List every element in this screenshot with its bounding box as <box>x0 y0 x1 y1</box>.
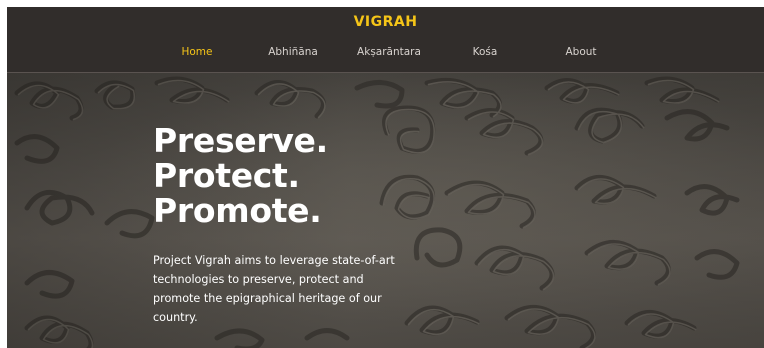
nav-item-about[interactable]: About <box>565 46 596 58</box>
main-nav: Home Abhiñāna Akṣarāntara Kośa About <box>7 46 764 60</box>
nav-item-abhinana[interactable]: Abhiñāna <box>268 46 318 58</box>
page-frame: VIGRAH Home Abhiñāna Akṣarāntara Kośa Ab… <box>7 7 764 348</box>
hero-section: Preserve. Protect. Promote. Project Vigr… <box>7 73 764 348</box>
hero-description: Project Vigrah aims to leverage state-of… <box>153 254 395 324</box>
hero-headline: Preserve. Protect. Promote. <box>153 123 328 228</box>
site-logo[interactable]: VIGRAH <box>7 14 764 30</box>
nav-item-aksarantara[interactable]: Akṣarāntara <box>357 46 421 58</box>
site-header: VIGRAH Home Abhiñāna Akṣarāntara Kośa Ab… <box>7 7 764 73</box>
nav-item-home[interactable]: Home <box>181 46 212 58</box>
headline-line-preserve: Preserve. <box>153 121 328 160</box>
nav-item-kosa[interactable]: Kośa <box>473 46 498 58</box>
headline-line-promote: Promote. <box>153 191 322 230</box>
headline-line-protect: Protect. <box>153 156 300 195</box>
